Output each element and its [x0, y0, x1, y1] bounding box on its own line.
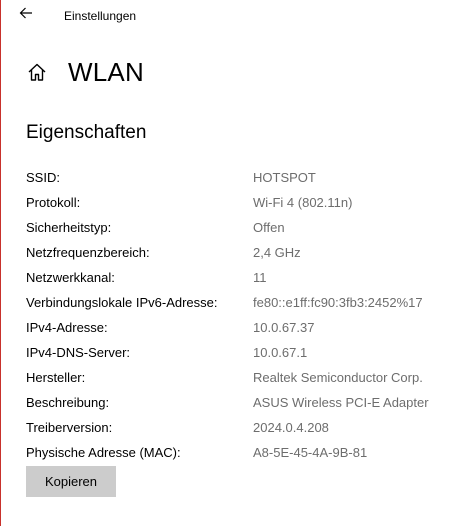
property-value: fe80::e1ff:fc90:3fb3:2452%17 [253, 295, 423, 310]
property-row-security-type: Sicherheitstyp: Offen [26, 215, 446, 240]
property-label: SSID: [26, 170, 60, 185]
property-row-channel: Netzwerkkanal: 11 [26, 265, 446, 290]
property-row-driver-version: Treiberversion: 2024.0.4.208 [26, 415, 446, 440]
property-value: 2,4 GHz [253, 245, 301, 260]
property-label: Beschreibung: [26, 395, 110, 410]
back-button[interactable] [12, 4, 40, 26]
window-left-border [0, 0, 1, 526]
property-row-frequency-band: Netzfrequenzbereich: 2,4 GHz [26, 240, 446, 265]
property-value: 10.0.67.1 [253, 345, 308, 360]
page-title: WLAN [68, 56, 144, 87]
property-row-description: Beschreibung: ASUS Wireless PCI-E Adapte… [26, 390, 446, 415]
property-label: Hersteller: [26, 370, 86, 385]
property-label: Physische Adresse (MAC): [26, 445, 181, 460]
property-label: Sicherheitstyp: [26, 220, 112, 235]
page-header: WLAN [26, 56, 144, 88]
home-icon [26, 61, 48, 83]
property-value: Offen [253, 220, 285, 235]
property-row-protocol: Protokoll: Wi-Fi 4 (802.11n) [26, 190, 446, 215]
property-row-ipv4: IPv4-Adresse: 10.0.67.37 [26, 315, 446, 340]
property-row-ipv4-dns: IPv4-DNS-Server: 10.0.67.1 [26, 340, 446, 365]
property-label: Treiberversion: [26, 420, 113, 435]
property-value: A8-5E-45-4A-9B-81 [253, 445, 368, 460]
property-row-ipv6: Verbindungslokale IPv6-Adresse: fe80::e1… [26, 290, 446, 315]
property-row-manufacturer: Hersteller: Realtek Semiconductor Corp. [26, 365, 446, 390]
app-title: Einstellungen [64, 9, 137, 23]
property-label: Verbindungslokale IPv6-Adresse: [26, 295, 218, 310]
property-value: Wi-Fi 4 (802.11n) [253, 195, 353, 210]
property-label: IPv4-DNS-Server: [26, 345, 131, 360]
back-arrow-icon [19, 6, 33, 24]
property-label: IPv4-Adresse: [26, 320, 108, 335]
property-value: 10.0.67.37 [253, 320, 315, 335]
property-label: Protokoll: [26, 195, 81, 210]
copy-button[interactable]: Kopieren [26, 466, 116, 497]
property-value: 2024.0.4.208 [253, 420, 329, 435]
property-label: Netzfrequenzbereich: [26, 245, 150, 260]
property-value: ASUS Wireless PCI-E Adapter [253, 395, 429, 410]
property-label: Netzwerkkanal: [26, 270, 115, 285]
section-title: Eigenschaften [26, 122, 147, 143]
properties-list: SSID: HOTSPOT Protokoll: Wi-Fi 4 (802.11… [26, 165, 446, 465]
property-value: 11 [253, 270, 267, 285]
property-value: Realtek Semiconductor Corp. [253, 370, 423, 385]
property-row-ssid: SSID: HOTSPOT [26, 165, 446, 190]
title-bar: Einstellungen [0, 0, 455, 32]
property-row-mac-address: Physische Adresse (MAC): A8-5E-45-4A-9B-… [26, 440, 446, 465]
property-value: HOTSPOT [253, 170, 316, 185]
